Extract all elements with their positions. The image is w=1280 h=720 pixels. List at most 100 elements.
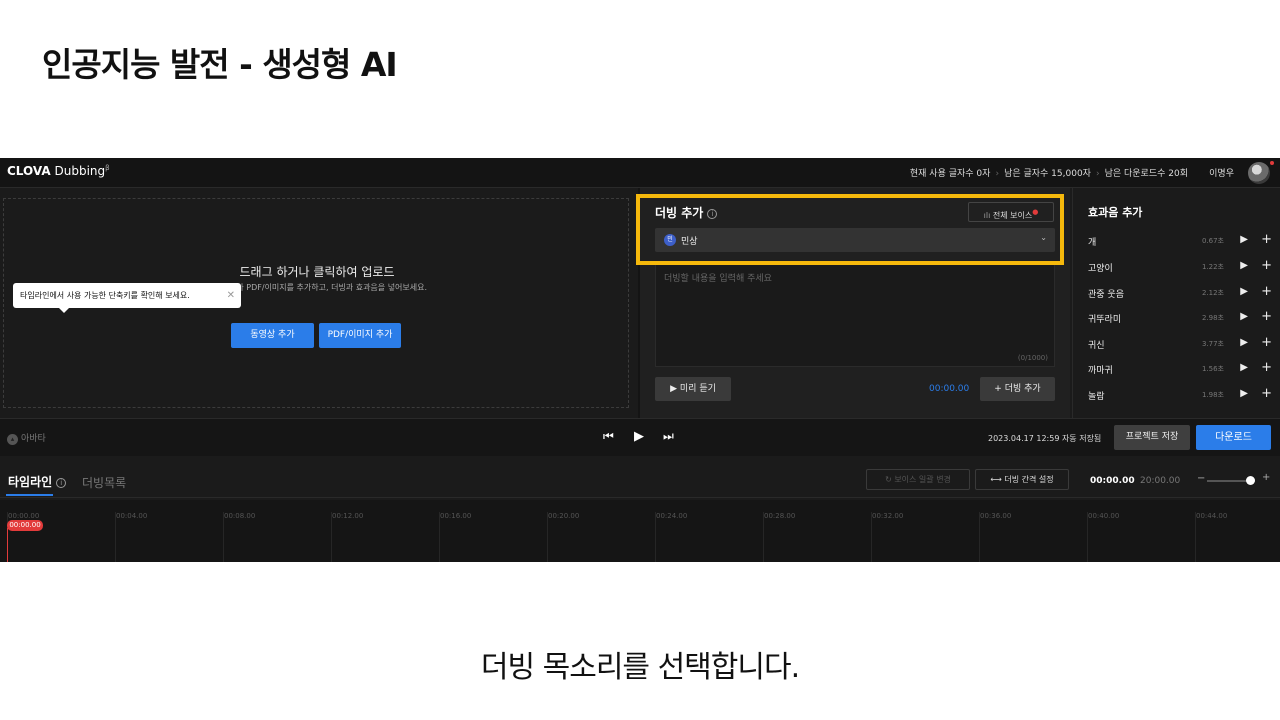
dub-interval-button[interactable]: ⟷ 더빙 간격 설정 (975, 469, 1069, 490)
plus-icon[interactable]: + (1261, 232, 1272, 247)
sfx-name: 귀신 (1088, 341, 1105, 351)
play-icon[interactable]: ▶ (1240, 260, 1248, 271)
play-icon[interactable]: ▶ (1240, 286, 1248, 297)
ruler-tick-label: 00:20.00 (548, 512, 580, 520)
notification-dot-icon (1270, 161, 1274, 165)
ruler-tick-label: 00:16.00 (440, 512, 472, 520)
sfx-name: 고양이 (1088, 264, 1113, 274)
dubbing-text-input[interactable]: 더빙할 내용을 입력해 주세요 (0/1000) (655, 264, 1055, 367)
info-icon[interactable]: i (56, 478, 67, 488)
playback-bar: ▴ 아바타 ⏮ ▶ ⏭ 2023.04.17 12:59 자동 저장됨 프로젝트 … (0, 418, 1280, 456)
ruler-tick-line (871, 512, 872, 562)
sfx-name: 개 (1088, 238, 1097, 248)
add-video-button[interactable]: 동영상 추가 (231, 323, 314, 348)
upload-title: 드래그 하거나 클릭하여 업로드 (239, 265, 395, 279)
sfx-item: 까마귀 1.56초 ▶ + (1088, 360, 1276, 377)
avatar[interactable] (1248, 162, 1270, 184)
ruler-tick-label: 00:04.00 (116, 512, 148, 520)
logo-bold: CLOVA (7, 164, 51, 178)
plus-icon[interactable]: + (1261, 386, 1272, 401)
sfx-item: 관중 웃음 2.12초 ▶ + (1088, 284, 1276, 301)
plus-icon[interactable]: + (1261, 360, 1272, 375)
play-icon[interactable]: ▶ (1240, 234, 1248, 245)
shortcut-tooltip: 타임라인에서 사용 가능한 단축키를 확인해 보세요. ✕ (13, 283, 241, 313)
app-logo[interactable]: CLOVA Dubbingβ (7, 164, 110, 178)
dubbing-text-placeholder: 더빙할 내용을 입력해 주세요 (664, 274, 772, 284)
ruler-tick-line (439, 512, 440, 562)
ruler-tick-line (547, 512, 548, 562)
dubbing-time: 00:00.00 (929, 384, 970, 394)
logo-beta: β (105, 164, 110, 172)
playhead-time[interactable]: 00:00.00 (7, 520, 43, 531)
add-dubbing-label: 더빙 추가 (1004, 384, 1041, 394)
sfx-duration: 2.12초 (1201, 289, 1224, 297)
preview-label: 미리 듣기 (679, 384, 716, 394)
ruler-tick-label: 00:40.00 (1088, 512, 1120, 520)
separator-icon: › (1095, 169, 1100, 179)
play-icon[interactable]: ▶ (1240, 311, 1248, 322)
sfx-heading: 효과음 추가 (1088, 206, 1143, 219)
timeline-ruler[interactable]: 00:44.00 00:40.00 00:36.00 00:32.00 00:28.00… (0, 500, 1280, 562)
char-count: (0/1000) (1017, 354, 1048, 362)
tab-timeline-label: 타임라인 (8, 475, 53, 489)
skip-back-icon[interactable]: ⏮ (603, 429, 614, 444)
sfx-duration: 1.56초 (1201, 365, 1224, 373)
sfx-item: 개 0.67초 ▶ + (1088, 232, 1276, 249)
download-button[interactable]: 다운로드 (1196, 425, 1271, 450)
zoom-out-icon[interactable]: − (1197, 473, 1205, 484)
sfx-duration: 1.98초 (1201, 391, 1224, 399)
ruler-tick-line (223, 512, 224, 562)
add-pdf-image-button[interactable]: PDF/이미지 추가 (319, 323, 401, 348)
playhead[interactable] (7, 528, 8, 562)
ruler-tick-line (763, 512, 764, 562)
zoom-slider-handle[interactable] (1246, 476, 1255, 485)
preview-button[interactable]: ▶ 미리 듣기 (655, 377, 731, 401)
play-icon[interactable]: ▶ (634, 429, 644, 444)
ruler-tick-label: 00:44.00 (1196, 512, 1228, 520)
stat-remaining-downloads: 남은 다운로드수 20회 (1104, 169, 1188, 179)
ruler-tick-label: 00:36.00 (980, 512, 1012, 520)
ruler-tick-line (1195, 512, 1196, 562)
chevron-up-icon: ▴ (7, 434, 18, 445)
tab-dub-list[interactable]: 더빙목록 (82, 474, 126, 491)
plus-icon[interactable]: + (1261, 258, 1272, 273)
ruler-tick-label: 00:28.00 (764, 512, 796, 520)
tab-timeline[interactable]: 타임라인 i (8, 473, 67, 490)
separator-icon: › (995, 169, 1000, 179)
close-icon[interactable]: ✕ (227, 283, 235, 308)
interval-icon: ⟷ (990, 475, 1002, 484)
ruler-tick-line (331, 512, 332, 562)
stat-used-chars: 현재 사용 글자수 0자 (909, 169, 991, 179)
sfx-duration: 3.77초 (1201, 340, 1224, 348)
sfx-duration: 1.22초 (1201, 263, 1224, 271)
sfx-item: 놀람 1.98초 ▶ + (1088, 386, 1276, 403)
plus-icon[interactable]: + (1261, 309, 1272, 324)
play-icon: ▶ (670, 384, 678, 394)
active-tab-indicator (6, 494, 53, 496)
play-icon[interactable]: ▶ (1240, 337, 1248, 348)
play-icon[interactable]: ▶ (1240, 388, 1248, 399)
current-time: 00:00.00 (1090, 476, 1135, 486)
autosave-status: 2023.04.17 12:59 자동 저장됨 (988, 434, 1102, 443)
plus-icon[interactable]: + (1261, 284, 1272, 299)
total-time: 20:00.00 (1140, 476, 1181, 486)
tooltip-text: 타임라인에서 사용 가능한 단축키를 확인해 보세요. (20, 291, 190, 300)
sfx-name: 까마귀 (1088, 366, 1113, 376)
avatar-toggle[interactable]: ▴ 아바타 (7, 431, 46, 445)
zoom-in-icon[interactable]: + (1262, 472, 1270, 483)
skip-forward-icon[interactable]: ⏭ (663, 429, 674, 444)
ruler-tick-label: 00:12.00 (332, 512, 364, 520)
save-project-button[interactable]: 프로젝트 저장 (1114, 425, 1190, 450)
ruler-tick-line (115, 512, 116, 562)
play-icon[interactable]: ▶ (1240, 362, 1248, 373)
add-dubbing-button[interactable]: + 더빙 추가 (980, 377, 1055, 401)
sfx-name: 귀뚜라미 (1088, 315, 1122, 325)
timeline-header: 타임라인 i 더빙목록 ↻ 보이스 일괄 변경 ⟷ 더빙 간격 설정 00:00.… (0, 456, 1280, 498)
user-name[interactable]: 이명우 (1209, 166, 1234, 179)
highlight-box (636, 194, 1064, 265)
refresh-icon: ↻ (885, 475, 892, 484)
ruler-tick-label: 00:08.00 (224, 512, 256, 520)
change-voice-button[interactable]: ↻ 보이스 일괄 변경 (866, 469, 970, 490)
plus-icon: + (994, 384, 1002, 394)
plus-icon[interactable]: + (1261, 335, 1272, 350)
